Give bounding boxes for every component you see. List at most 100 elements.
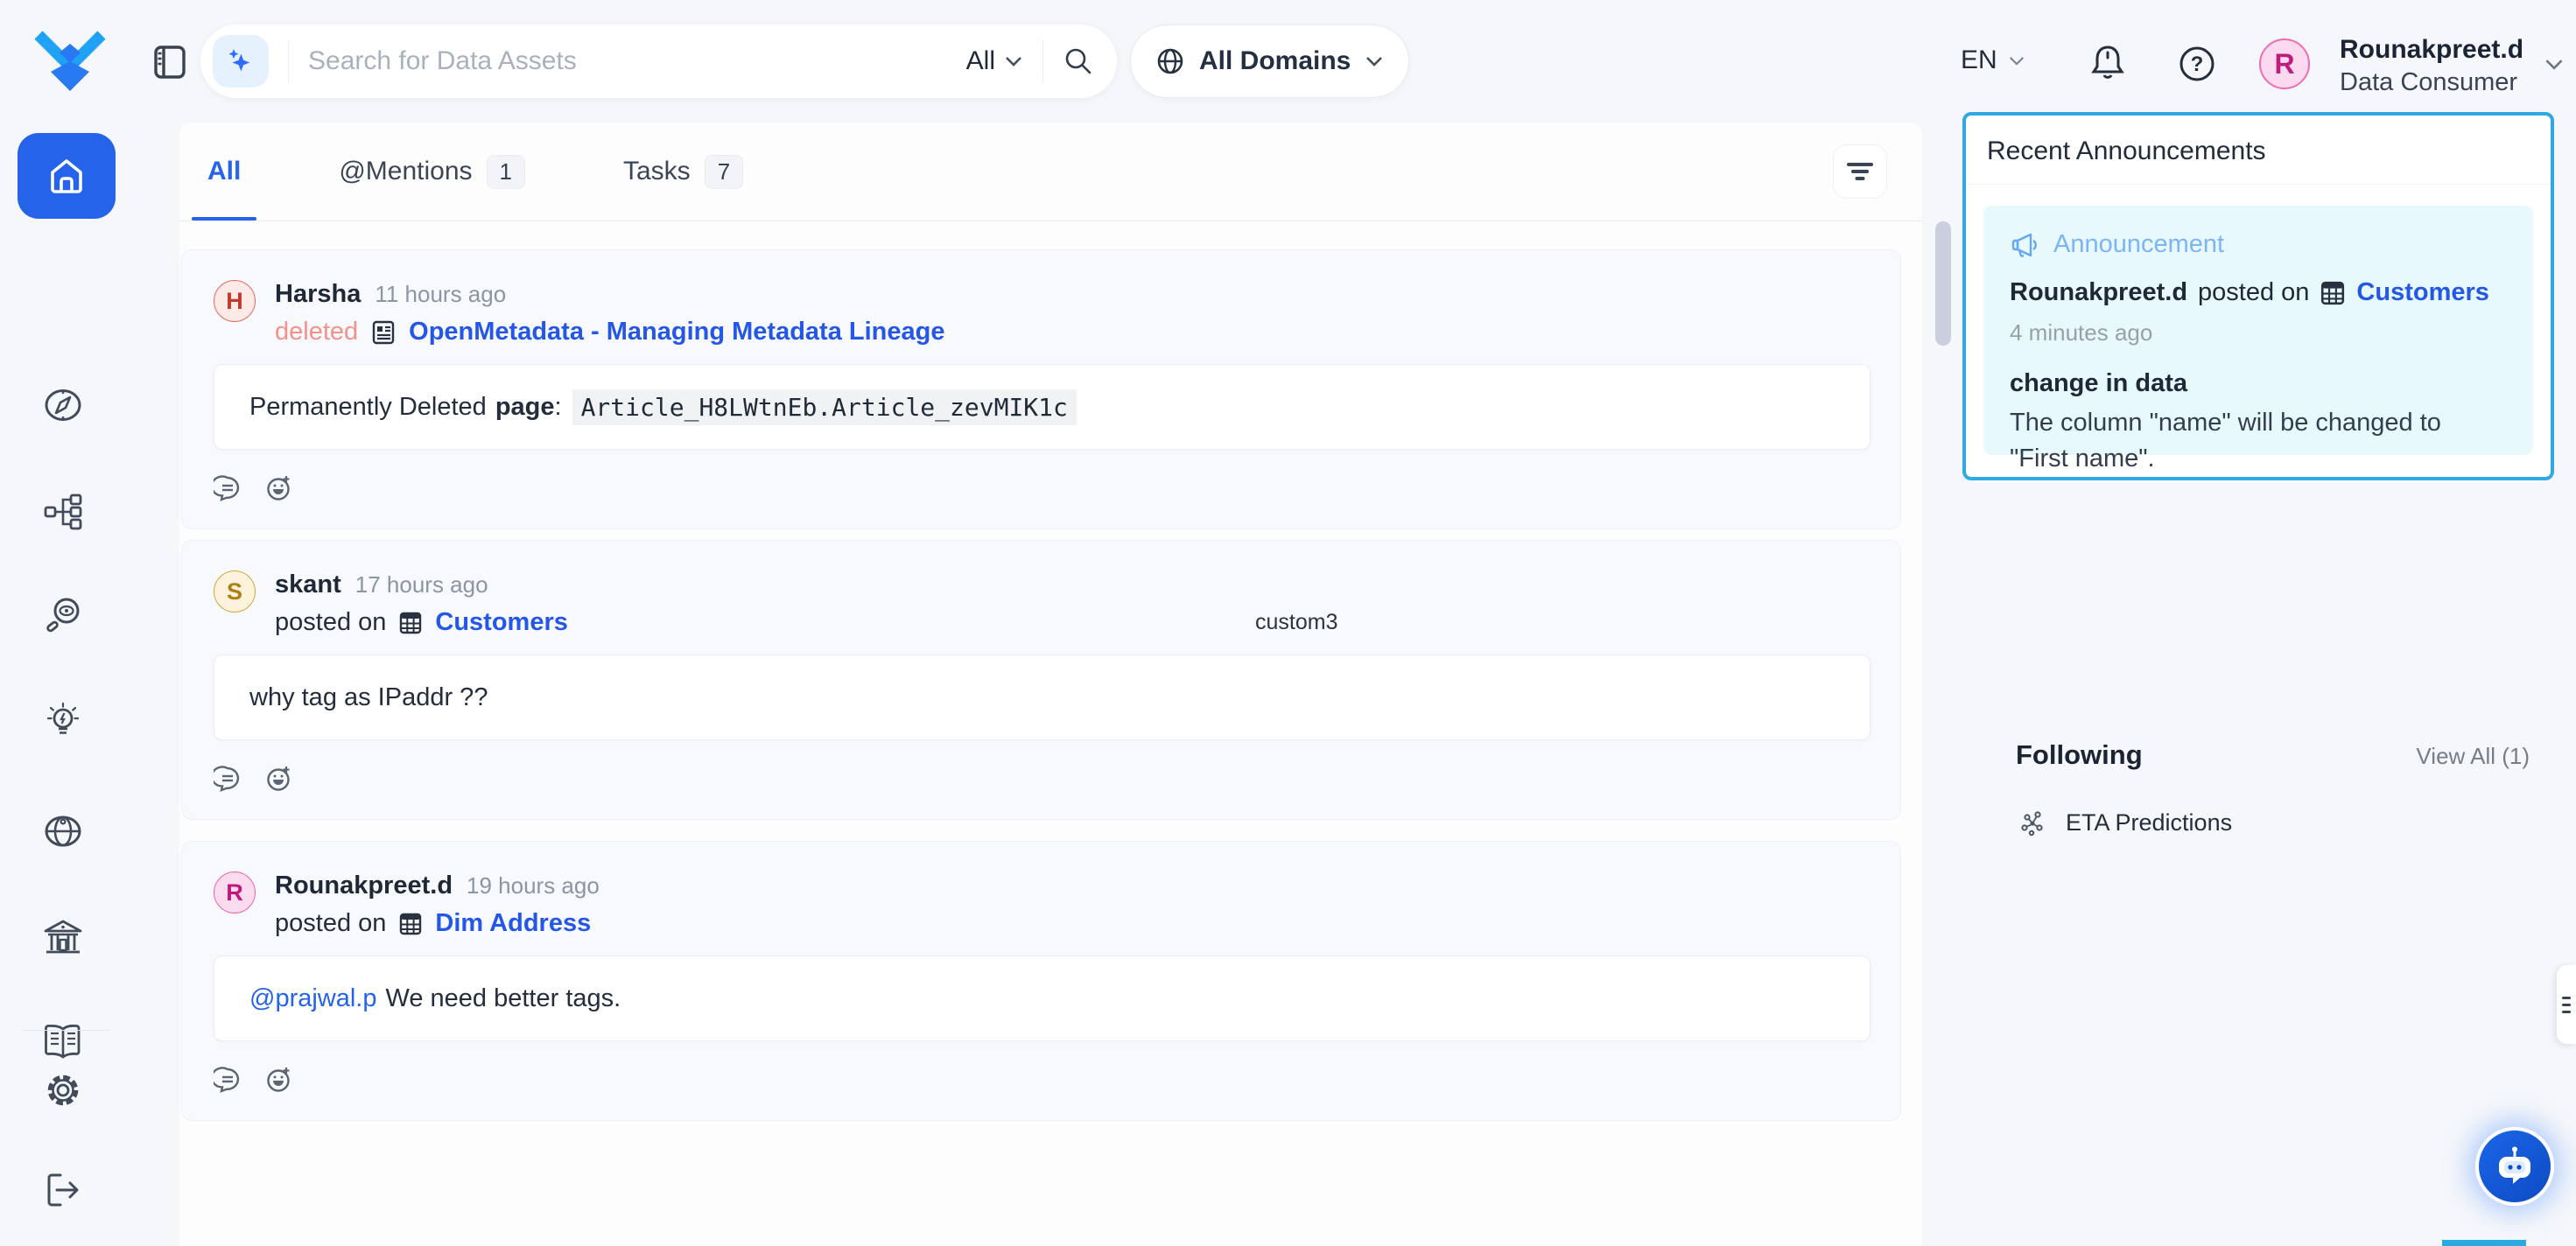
megaphone-icon bbox=[2010, 232, 2039, 258]
sidebar-item-logout[interactable] bbox=[42, 1169, 84, 1211]
feed-card-harsha: H Harsha 11 hours ago deleted bbox=[181, 249, 1901, 529]
announcement-action: posted on bbox=[2198, 278, 2309, 307]
sidebar-item-explore[interactable] bbox=[42, 384, 84, 426]
govern-bank-icon bbox=[42, 917, 84, 957]
user-role: Data Consumer bbox=[2340, 66, 2523, 98]
tab-all[interactable]: All bbox=[207, 122, 241, 220]
feed-message[interactable]: @prajwal.p We need better tags. bbox=[214, 956, 1871, 1041]
avatar-initial: H bbox=[226, 288, 243, 315]
tab-tasks-label: Tasks bbox=[623, 157, 691, 186]
language-dropdown[interactable]: EN bbox=[1961, 46, 2025, 75]
avatar-initial: R bbox=[226, 879, 243, 906]
ai-sparkle-button[interactable] bbox=[213, 35, 269, 88]
reply-icon[interactable] bbox=[214, 474, 242, 502]
domains-label: All Domains bbox=[1199, 46, 1351, 76]
chevron-down-icon bbox=[1365, 55, 1384, 67]
article-icon bbox=[370, 319, 397, 346]
following-section: Following View All (1) ETA Predictions bbox=[1962, 739, 2554, 836]
sidebar-item-insights[interactable] bbox=[42, 699, 84, 741]
search-submit-icon[interactable] bbox=[1063, 46, 1094, 77]
sidebar-item-govern[interactable] bbox=[42, 916, 84, 958]
entity-link[interactable]: Customers bbox=[435, 608, 568, 637]
search-input[interactable] bbox=[308, 46, 966, 76]
chevron-down-icon bbox=[2008, 55, 2025, 66]
user-menu-chevron-icon[interactable] bbox=[2544, 58, 2565, 71]
feed-scroll-area[interactable]: H Harsha 11 hours ago deleted bbox=[179, 221, 1922, 1246]
add-reaction-icon[interactable] bbox=[264, 474, 292, 502]
tab-tasks-badge: 7 bbox=[705, 155, 743, 189]
announcements-title: Recent Announcements bbox=[1966, 116, 2551, 185]
view-all-link[interactable]: View All (1) bbox=[2416, 743, 2530, 770]
message-colon: : bbox=[555, 393, 562, 422]
sidebar-item-lineage[interactable] bbox=[42, 491, 84, 533]
message-text: why tag as IPaddr ?? bbox=[249, 683, 488, 712]
mention-link[interactable]: @prajwal.p bbox=[249, 984, 377, 1013]
timestamp: 19 hours ago bbox=[467, 872, 600, 900]
left-sidebar bbox=[0, 122, 179, 1246]
announcement-tag: Announcement bbox=[2053, 230, 2224, 259]
tab-tasks[interactable]: Tasks 7 bbox=[623, 122, 743, 220]
chevron-down-icon bbox=[1004, 55, 1023, 67]
author-name[interactable]: Harsha bbox=[275, 280, 361, 309]
sidebar-item-domains[interactable] bbox=[42, 810, 84, 852]
feed-card-rounakpreet: R Rounakpreet.d 19 hours ago posted on bbox=[181, 841, 1901, 1121]
notifications-bell-icon[interactable] bbox=[2088, 42, 2127, 84]
help-icon[interactable]: ? bbox=[2177, 44, 2217, 84]
avatar[interactable]: H bbox=[214, 280, 256, 322]
lineage-network-icon bbox=[43, 492, 83, 532]
tab-mentions-label: @Mentions bbox=[339, 157, 472, 186]
author-name[interactable]: skant bbox=[275, 570, 341, 599]
tab-mentions-badge: 1 bbox=[487, 155, 525, 189]
table-icon bbox=[398, 611, 423, 635]
sidebar-toggle-icon[interactable] bbox=[154, 46, 186, 79]
sidebar-item-home[interactable] bbox=[18, 133, 116, 219]
explore-compass-icon bbox=[43, 385, 83, 425]
glossary-book-icon bbox=[42, 1022, 84, 1060]
avatar-initial: S bbox=[227, 578, 242, 606]
feed-filter-button[interactable] bbox=[1833, 144, 1887, 199]
announcement-card[interactable]: Announcement Rounakpreet.d posted on Cus… bbox=[1983, 206, 2533, 455]
chat-bot-button[interactable] bbox=[2475, 1127, 2554, 1206]
user-avatar-initial: R bbox=[2274, 48, 2294, 80]
global-search-bar: All bbox=[200, 24, 1117, 98]
user-menu[interactable]: Rounakpreet.d Data Consumer bbox=[2340, 33, 2523, 98]
entity-link[interactable]: Customers bbox=[2356, 278, 2489, 307]
domains-dropdown[interactable]: All Domains bbox=[1130, 24, 1409, 98]
entity-link[interactable]: Dim Address bbox=[435, 909, 591, 938]
feed-message[interactable]: Permanently Deleted page : Article_H8LWt… bbox=[214, 364, 1871, 450]
tab-mentions[interactable]: @Mentions 1 bbox=[339, 122, 525, 220]
observability-search-eye-icon bbox=[43, 595, 83, 635]
following-item-eta-predictions[interactable]: ETA Predictions bbox=[1962, 771, 2554, 836]
action-label: posted on bbox=[275, 909, 386, 938]
svg-text:?: ? bbox=[2191, 52, 2204, 76]
domains-globe-icon bbox=[43, 811, 83, 851]
table-icon bbox=[398, 912, 423, 936]
ml-model-icon bbox=[2020, 810, 2046, 836]
author-name[interactable]: Rounakpreet.d bbox=[275, 872, 453, 900]
globe-icon bbox=[1155, 46, 1185, 76]
avatar[interactable]: R bbox=[214, 872, 256, 914]
timestamp: 11 hours ago bbox=[375, 281, 506, 308]
reply-icon[interactable] bbox=[214, 1066, 242, 1094]
sidebar-item-observability[interactable] bbox=[42, 594, 84, 636]
entity-link[interactable]: OpenMetadata - Managing Metadata Lineage bbox=[409, 318, 944, 346]
avatar[interactable]: S bbox=[214, 570, 256, 612]
sparkle-icon bbox=[226, 46, 256, 76]
add-reaction-icon[interactable] bbox=[264, 1066, 292, 1094]
edge-drawer-handle[interactable] bbox=[2557, 965, 2576, 1044]
feed-message[interactable]: why tag as IPaddr ?? bbox=[214, 654, 1871, 740]
sidebar-item-glossary[interactable] bbox=[42, 1020, 84, 1062]
divider bbox=[1042, 40, 1043, 82]
search-scope-dropdown[interactable]: All bbox=[966, 46, 1023, 76]
user-avatar[interactable]: R bbox=[2259, 38, 2310, 89]
action-label: posted on bbox=[275, 608, 386, 637]
add-reaction-icon[interactable] bbox=[264, 765, 292, 793]
divider bbox=[288, 40, 289, 82]
reply-icon[interactable] bbox=[214, 765, 242, 793]
bottom-scrollbar[interactable] bbox=[2442, 1240, 2526, 1246]
app-logo[interactable] bbox=[33, 23, 107, 100]
feed-scrollbar-thumb[interactable] bbox=[1935, 221, 1951, 346]
home-icon bbox=[44, 153, 89, 199]
user-name: Rounakpreet.d bbox=[2340, 33, 2523, 66]
sidebar-item-settings[interactable] bbox=[42, 1069, 84, 1111]
